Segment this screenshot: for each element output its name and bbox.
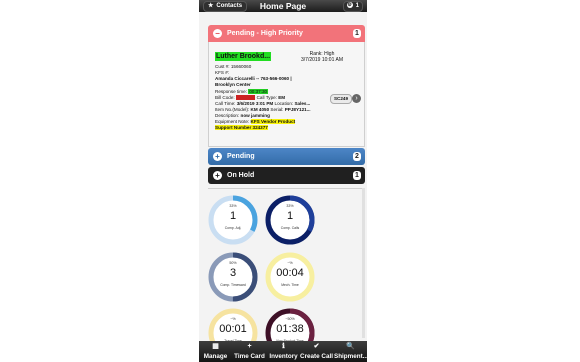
customer-name: Luther Brookd... — [215, 52, 272, 61]
gear-icon: ⚙ — [346, 1, 353, 8]
gauge-percent: ~% — [230, 317, 236, 321]
plus-icon: + — [247, 343, 252, 350]
scrollbar[interactable] — [362, 188, 365, 338]
menu-badge: 1 — [355, 3, 359, 9]
gauge-1: 33% 1 Comp. Calls — [264, 194, 316, 246]
item-no-label: Item No.(Model): — [215, 107, 250, 112]
grid-icon: ▦ — [212, 343, 219, 350]
nav-label: Inventory — [269, 353, 298, 360]
gauge-value: 00:01 — [219, 323, 247, 335]
location-line: Brooklyn Center — [215, 82, 251, 87]
gauge-percent: 50% — [229, 261, 237, 265]
bottom-navbar: ▦ Manage + Time Card ℹ Inventory ✔ Create Call 🔍… — [199, 341, 367, 362]
rank-datetime: 3/7/2019 10:01 AM — [301, 57, 343, 63]
nav-shipment[interactable]: 🔍 Shipment... — [334, 341, 367, 362]
equipment-note-value: KFS Vendor Product — [250, 119, 296, 124]
nav-label: Manage — [203, 353, 228, 360]
nav-manage[interactable]: ▦ Manage — [199, 341, 232, 362]
minus-icon: − — [213, 29, 222, 38]
nav-inventory[interactable]: ℹ Inventory — [267, 341, 300, 362]
call-card[interactable]: Luther Brookd... Rank: High 3/7/2019 10:… — [208, 42, 365, 147]
bill-code-value: Contract — [235, 95, 256, 100]
count-badge: 1 — [353, 29, 361, 38]
count-badge: 2 — [353, 152, 361, 161]
support-number: Support Number 324377 — [215, 125, 268, 130]
page-title: Home Page — [259, 1, 307, 11]
item-no-value: KM 4050 — [250, 107, 270, 112]
section-pending-header[interactable]: + Pending 2 — [208, 148, 365, 165]
gauge-value: 1 — [229, 210, 237, 222]
top-header-bar: ★ Contacts Home Page ⚙ 1 — [199, 0, 367, 12]
call-type-label: Call Type: — [256, 95, 277, 100]
nav-label: Time Card — [234, 353, 265, 360]
plus-icon: + — [213, 152, 222, 161]
nav-time-card[interactable]: + Time Card — [233, 341, 266, 362]
section-label: On Hold — [227, 172, 255, 179]
equipment-note-label: Equipment Note: — [215, 119, 250, 124]
section-on-hold-header[interactable]: + On Hold 1 — [208, 167, 365, 184]
gauge-percent: ~50% — [285, 317, 295, 321]
call-time-value: 3/6/2019 3:01 PM — [236, 101, 274, 106]
section-label: Pending - High Priority — [227, 30, 303, 37]
search-icon: 🔍 — [346, 343, 355, 350]
gauge-percent: 33% — [286, 204, 294, 208]
gauge-value: 00:04 — [276, 267, 304, 279]
response-time-value: 00:37:30 — [248, 89, 269, 94]
bill-code-label: Bill Code: — [215, 95, 235, 100]
nav-create-call[interactable]: ✔ Create Call — [300, 341, 333, 362]
check-icon: ✔ — [313, 343, 320, 350]
section-label: Pending — [227, 153, 255, 160]
gauge-caption: Comp. Adj. — [224, 226, 242, 230]
gauge-value: 3 — [229, 267, 237, 279]
call-type-value: EM — [278, 95, 286, 100]
gauge-3: ~% 00:04 Mech. Time — [264, 251, 316, 303]
rank-info: Rank: High 3/7/2019 10:01 AM — [295, 51, 349, 63]
gauge-value: 1 — [286, 210, 294, 222]
gauge-percent: 33% — [229, 204, 237, 208]
info-icon: ℹ — [282, 343, 285, 350]
support-number-row: Support Number 324377 — [215, 125, 268, 131]
divider — [208, 188, 365, 189]
call-time-label: Call Time: — [215, 101, 236, 106]
serial-value: PPJ8Y121... — [284, 107, 311, 112]
serial-label: Serial: — [270, 107, 284, 112]
gauge-caption: Comp. Calls — [280, 226, 300, 230]
description-value: now jamming — [240, 113, 270, 118]
location-label: Location: — [274, 101, 294, 106]
chevron-right-icon[interactable]: › — [352, 94, 361, 103]
gauge-percent: ~% — [287, 261, 293, 265]
gauge-2: 50% 3 Comp. Timeward — [207, 251, 259, 303]
gauge-caption: Mech. Time — [281, 283, 299, 287]
nav-label: Create Call — [300, 353, 333, 360]
gauge-0: 33% 1 Comp. Adj. — [207, 194, 259, 246]
service-call-tag: SC249 — [330, 94, 352, 104]
count-badge: 1 — [353, 171, 361, 180]
plus-icon: + — [213, 171, 222, 180]
nav-label: Shipment... — [334, 353, 367, 360]
description-label: Description: — [215, 113, 240, 118]
section-high-priority-header[interactable]: − Pending - High Priority 1 — [208, 25, 365, 42]
response-time-label: Response time: — [215, 89, 247, 94]
mobile-app-frame: ★ Contacts Home Page ⚙ 1 − Pending - High … — [199, 0, 367, 362]
menu-button[interactable]: ⚙ 1 — [342, 1, 363, 12]
gauge-caption: Comp. Timeward — [220, 283, 246, 287]
location-value: Sales... — [294, 101, 311, 106]
gauge-value: 01:38 — [276, 323, 304, 335]
